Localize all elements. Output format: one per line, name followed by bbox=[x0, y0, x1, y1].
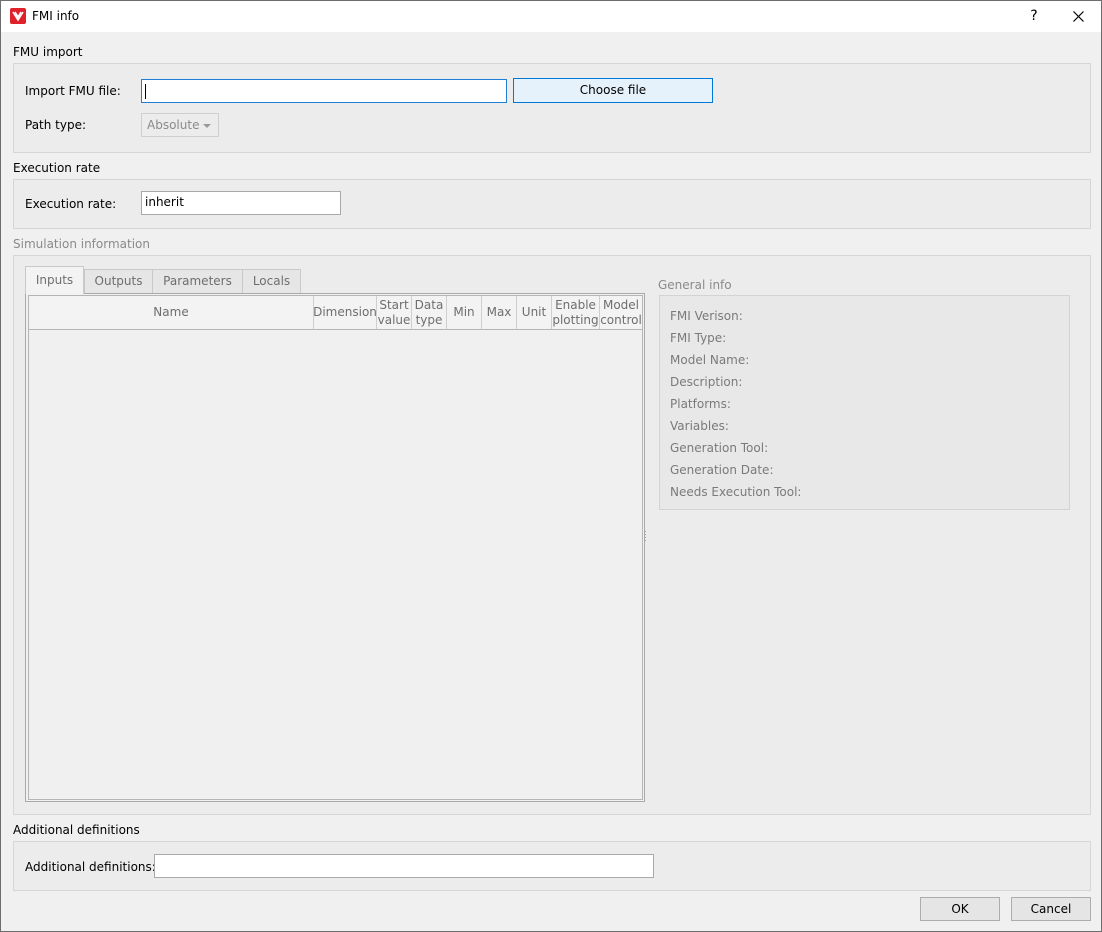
column-header-label: Min bbox=[453, 305, 475, 319]
text-caret bbox=[145, 84, 146, 99]
column-header-label: Start bbox=[379, 297, 409, 312]
close-icon bbox=[1072, 11, 1084, 22]
inputs-tab-pane: Name Dimension Start value Data type Min M… bbox=[25, 293, 645, 802]
column-header-enable-plotting[interactable]: Enable plotting bbox=[552, 296, 600, 329]
column-header-label: type bbox=[415, 312, 443, 327]
column-header-label: Model bbox=[602, 297, 640, 312]
column-header-label: control bbox=[600, 312, 642, 327]
column-header-label: Unit bbox=[521, 305, 547, 319]
simulation-information-heading: Simulation information bbox=[13, 237, 150, 251]
variables-table[interactable]: Name Dimension Start value Data type Min M… bbox=[28, 295, 643, 800]
choose-file-button[interactable]: Choose file bbox=[513, 78, 713, 103]
column-header-dimension[interactable]: Dimension bbox=[313, 296, 377, 329]
table-header: Name Dimension Start value Data type Min M… bbox=[29, 296, 642, 330]
title-bar: FMI info ? bbox=[1, 1, 1101, 32]
tab-inputs[interactable]: Inputs bbox=[25, 266, 84, 294]
path-type-dropdown[interactable]: Absolute bbox=[141, 113, 219, 137]
path-type-value: Absolute bbox=[147, 118, 200, 132]
tab-parameters[interactable]: Parameters bbox=[152, 269, 243, 293]
help-button[interactable]: ? bbox=[1012, 1, 1056, 32]
additional-definitions-heading: Additional definitions bbox=[13, 823, 140, 837]
column-header-data-type[interactable]: Data type bbox=[412, 296, 447, 329]
generation-tool-label: Generation Tool: bbox=[670, 441, 769, 455]
platforms-label: Platforms: bbox=[670, 397, 731, 411]
column-header-label: Max bbox=[486, 305, 512, 319]
variables-label: Variables: bbox=[670, 419, 729, 433]
close-button[interactable] bbox=[1056, 1, 1100, 32]
fmu-import-heading: FMU import bbox=[13, 45, 83, 59]
import-fmu-file-input[interactable] bbox=[141, 79, 507, 103]
execution-rate-heading: Execution rate bbox=[13, 161, 101, 175]
tab-outputs[interactable]: Outputs bbox=[84, 269, 153, 293]
column-header-min[interactable]: Min bbox=[447, 296, 482, 329]
column-header-model-control[interactable]: Model control bbox=[600, 296, 642, 329]
ok-button[interactable]: OK bbox=[920, 897, 1000, 921]
column-header-label: Name bbox=[153, 305, 189, 319]
column-header-max[interactable]: Max bbox=[482, 296, 517, 329]
column-header-label: plotting bbox=[552, 312, 599, 327]
execution-rate-input[interactable]: inherit bbox=[141, 191, 341, 215]
general-info-panel: FMI Verison: FMI Type: Model Name: Descr… bbox=[659, 295, 1070, 510]
app-logo-icon bbox=[10, 8, 26, 24]
column-header-label: Dimension bbox=[313, 305, 377, 319]
fmi-version-label: FMI Verison: bbox=[670, 309, 743, 323]
additional-definitions-input[interactable] bbox=[154, 854, 654, 878]
fmi-type-label: FMI Type: bbox=[670, 331, 727, 345]
additional-definitions-group: Additional definitions: bbox=[13, 841, 1091, 891]
execution-rate-label: Execution rate: bbox=[25, 197, 117, 211]
fmi-info-dialog: FMI info ? FMU import Import FMU file: C… bbox=[0, 0, 1102, 932]
column-header-label: Enable bbox=[555, 297, 596, 312]
tab-locals[interactable]: Locals bbox=[242, 269, 301, 293]
description-label: Description: bbox=[670, 375, 743, 389]
column-header-label: Data bbox=[414, 297, 444, 312]
generation-date-label: Generation Date: bbox=[670, 463, 774, 477]
cancel-button[interactable]: Cancel bbox=[1011, 897, 1091, 921]
path-type-label: Path type: bbox=[25, 118, 87, 132]
column-header-label: value bbox=[377, 312, 411, 327]
general-info-heading: General info bbox=[658, 278, 732, 292]
splitter-handle[interactable] bbox=[645, 531, 647, 545]
execution-rate-group: Execution rate: inherit bbox=[13, 179, 1091, 229]
model-name-label: Model Name: bbox=[670, 353, 750, 367]
needs-execution-tool-label: Needs Execution Tool: bbox=[670, 485, 802, 499]
window-title: FMI info bbox=[32, 9, 80, 23]
column-header-name[interactable]: Name bbox=[29, 296, 314, 329]
column-header-unit[interactable]: Unit bbox=[517, 296, 552, 329]
additional-definitions-label: Additional definitions: bbox=[25, 860, 156, 874]
chevron-down-icon bbox=[203, 124, 211, 128]
column-header-start-value[interactable]: Start value bbox=[377, 296, 412, 329]
fmu-import-group: Import FMU file: Choose file Path type: … bbox=[13, 63, 1091, 153]
import-fmu-file-label: Import FMU file: bbox=[25, 84, 121, 98]
